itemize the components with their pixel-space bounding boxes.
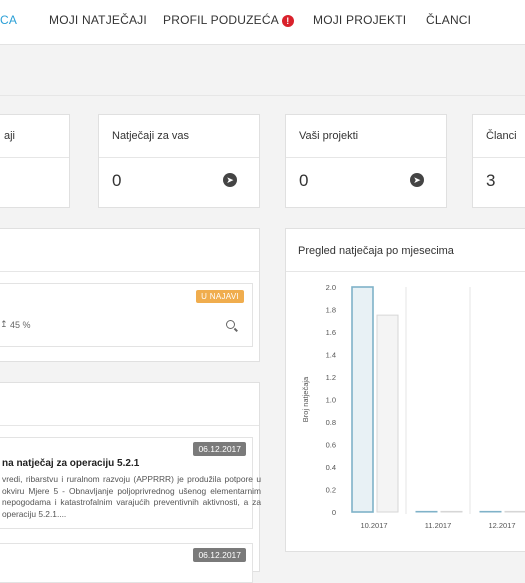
x-tick-label: 12.2017 (488, 521, 515, 530)
y-tick-label: 0.4 (326, 463, 336, 472)
news-item[interactable]: 06.12.2017 (0, 543, 253, 583)
chart-panel: Pregled natječaja po mjesecima 2.0 1.8 1.6… (285, 228, 525, 552)
bar (376, 314, 399, 513)
y-tick-label: 2.0 (326, 283, 336, 292)
card-value: 3 (486, 171, 496, 190)
nav-item-clanci[interactable]: ČLANCI (426, 13, 471, 27)
arrow-circle-right-icon[interactable]: ➤ (223, 173, 237, 187)
card-divider (286, 157, 446, 158)
tender-item[interactable]: U NAJAVI ↥ 45 % (0, 283, 253, 347)
arrow-circle-right-icon[interactable]: ➤ (410, 173, 424, 187)
stat-card-clanci[interactable]: Članci 3 (472, 114, 525, 208)
nav-item-moji-natjecaji[interactable]: MOJI NATJEČAJI (49, 13, 147, 27)
card-title: Članci (486, 130, 517, 142)
bar (440, 510, 463, 513)
y-tick-label: 1.2 (326, 373, 336, 382)
progress-icon: ↥ (0, 319, 8, 329)
status-badge: U NAJAVI (196, 290, 244, 303)
y-tick-label: 0 (332, 508, 336, 517)
nav-item-moji-projekti[interactable]: MOJI PROJEKTI (313, 13, 406, 27)
sub-header-bar (0, 45, 525, 96)
x-tick-label: 10.2017 (360, 521, 387, 530)
y-axis-label: Broj natječaja (301, 376, 310, 422)
panel-divider (286, 271, 525, 272)
y-tick-label: 1.4 (326, 351, 336, 360)
stat-card-vasi-projekti[interactable]: Vaši projekti 0 ➤ (285, 114, 447, 208)
nav-item-active[interactable]: CA (0, 13, 17, 27)
card-divider (473, 157, 525, 158)
bar (351, 286, 374, 513)
card-divider (0, 157, 69, 158)
y-tick-label: 1.8 (326, 306, 336, 315)
bar (504, 510, 525, 513)
top-navigation: CA MOJI NATJEČAJI PROFIL PODUZEĆA! MOJI … (0, 0, 525, 45)
stat-card-natjecaji-za-vas[interactable]: Natječaji za vas 0 ➤ (98, 114, 260, 208)
nav-item-profil-label: PROFIL PODUZEĆA (163, 13, 279, 27)
bar-chart: 2.0 1.8 1.6 1.4 1.2 1.0 0.8 0.6 0.4 0.2 0 Broj natj… (301, 283, 525, 530)
news-title[interactable]: na natječaj za operaciju 5.2.1 (2, 458, 139, 469)
card-divider (99, 157, 259, 158)
card-title: aji (4, 130, 16, 142)
tenders-panel: U NAJAVI ↥ 45 % (0, 228, 260, 362)
news-item[interactable]: 06.12.2017 na natječaj za operaciju 5.2.… (0, 437, 261, 529)
progress-text: 45 % (10, 320, 31, 330)
chart-panel-title: Pregled natječaja po mjesecima (298, 245, 454, 257)
card-title: Vaši projekti (299, 130, 359, 142)
date-badge: 06.12.2017 (193, 548, 246, 562)
y-tick-label: 1.0 (326, 396, 336, 405)
y-tick-label: 0.2 (326, 486, 336, 495)
stat-card-natjecaji[interactable]: aji (0, 114, 70, 208)
card-value: 0 (299, 171, 309, 190)
y-tick-label: 0.8 (326, 418, 336, 427)
bar (415, 510, 438, 513)
news-body: vredi, ribarstvu i ruralnom razvoju (APP… (2, 474, 261, 519)
date-badge: 06.12.2017 (193, 442, 246, 456)
zoom-in-icon[interactable] (226, 320, 235, 329)
panel-divider (0, 425, 259, 426)
panel-divider (0, 271, 259, 272)
card-value: 0 (112, 171, 122, 190)
bar (479, 510, 502, 513)
alert-icon: ! (281, 15, 294, 27)
y-tick-label: 1.6 (326, 328, 336, 337)
card-title: Natječaji za vas (112, 130, 190, 142)
news-panel: 06.12.2017 na natječaj za operaciju 5.2.… (0, 382, 261, 583)
x-tick-label: 11.2017 (425, 521, 452, 530)
nav-item-profil-poduzeca[interactable]: PROFIL PODUZEĆA! (163, 13, 294, 27)
y-tick-label: 0.6 (326, 441, 336, 450)
